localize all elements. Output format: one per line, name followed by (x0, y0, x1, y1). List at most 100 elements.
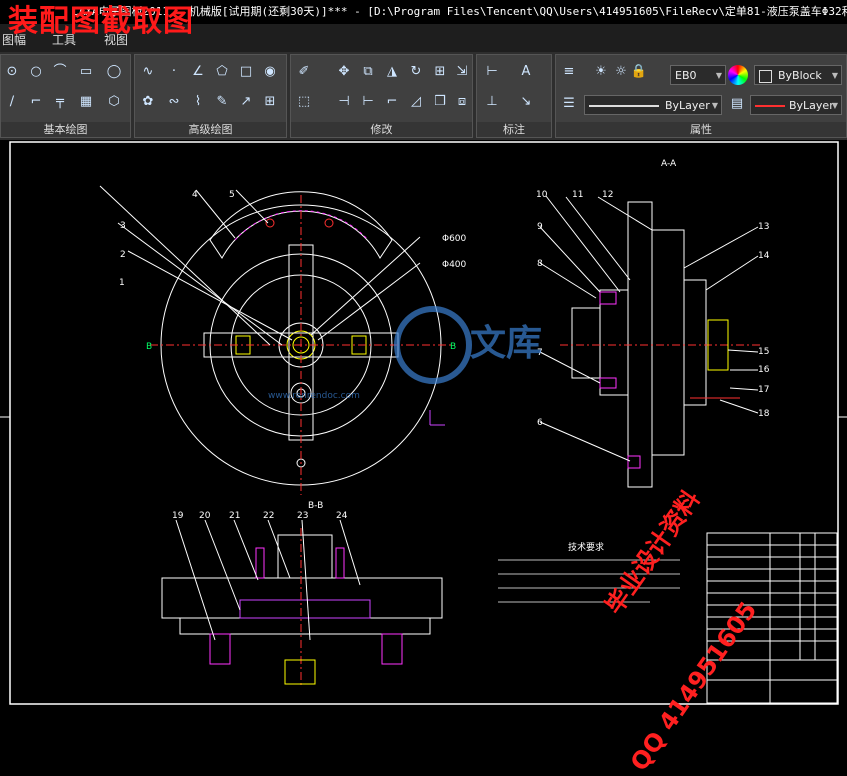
mirror-icon[interactable]: ◮ (383, 63, 401, 81)
view-title-aa: A-A (661, 159, 677, 169)
move-icon[interactable]: ✥ (335, 63, 353, 81)
part-no-16: 16 (758, 365, 770, 375)
extend-icon[interactable]: ⊢ (359, 93, 377, 111)
cloud-icon[interactable]: ✿ (139, 93, 157, 111)
copy-icon[interactable]: ⧉ (359, 63, 377, 81)
chevron-down-icon: ▼ (715, 71, 722, 80)
panel-basic-draw: ⊙ ○ ⌒ ▭ ◯ ∕ ⌐ ╤ ▦ ⬡ 基本绘图 (0, 54, 131, 138)
panel-label-annotate: 标注 (477, 122, 551, 137)
part-no-1: 1 (119, 278, 125, 288)
scale-icon[interactable]: ⧈ (453, 93, 471, 111)
polygon-icon[interactable]: ⬠ (213, 63, 231, 81)
chevron-down-icon: ▼ (831, 101, 838, 110)
front-view (99, 185, 455, 495)
explode-icon[interactable]: ❒ (431, 93, 449, 111)
part-no-5: 5 (229, 190, 235, 200)
color-wheel-icon[interactable] (728, 65, 748, 85)
dot-icon[interactable]: · (165, 63, 183, 81)
pen-icon[interactable]: ✎ (213, 93, 231, 111)
panel-label-modify: 修改 (291, 122, 472, 137)
part-no-18: 18 (758, 409, 770, 419)
table-icon[interactable]: ⊞ (261, 93, 279, 111)
arrow-icon[interactable]: ↗ (237, 93, 255, 111)
part-no-6: 6 (537, 418, 543, 428)
lineweight-select-value: ByLayer (789, 99, 834, 112)
color-select-value: ByBlock (778, 69, 822, 82)
section-marker-left: B (146, 342, 152, 352)
part-no-12: 12 (602, 190, 613, 200)
part-no-19: 19 (172, 511, 184, 521)
rect-advanced-icon[interactable]: □ (237, 63, 255, 81)
rotate-icon[interactable]: ↻ (407, 63, 425, 81)
linetype-preview (589, 105, 659, 107)
panel-annotate: ⊢ A ⊥ ↘ 标注 (476, 54, 552, 138)
part-no-24: 24 (336, 511, 348, 521)
tech-req-title: 技术要求 (568, 541, 604, 553)
panel-modify: ✐ ✥ ⧉ ◮ ↻ ⊞ ⇲ ⬚ ⊣ ⊢ ⌐ ◿ ❒ ⧈ 修改 (290, 54, 473, 138)
wave-icon[interactable]: ∾ (165, 93, 183, 111)
angle-icon[interactable]: ∠ (189, 63, 207, 81)
point-icon[interactable]: ⊙ (3, 63, 21, 81)
layer-select-value: EB0 (675, 69, 697, 82)
section-label-bb: B-B (308, 501, 323, 511)
lineweight-select[interactable]: ByLayer ▼ (750, 95, 842, 115)
linewidth-icon[interactable]: ☰ (560, 95, 578, 113)
circle-icon[interactable]: ○ (27, 63, 45, 81)
zigzag-icon[interactable]: ⌇ (189, 93, 207, 111)
panel-properties: ≡ ☀ ☼ 🔒 EB0 ▼ ByBlock ▼ ☰ ByLayer ▼ ▤ ByLay… (555, 54, 847, 138)
user-block-icon[interactable]: ◉ (261, 63, 279, 81)
part-no-2: 2 (120, 250, 126, 260)
line-icon[interactable]: ∕ (3, 93, 21, 111)
select-icon[interactable]: ⬚ (295, 93, 313, 111)
color-swatch (759, 69, 772, 83)
linetype-select[interactable]: ByLayer ▼ (584, 95, 722, 115)
text-icon[interactable]: A (517, 63, 535, 81)
section-view (161, 519, 443, 685)
lineweight-preview (755, 105, 785, 107)
bulb-icon[interactable]: ☀ (592, 63, 610, 81)
fillet-icon[interactable]: ⌐ (383, 93, 401, 111)
part-no-10: 10 (536, 190, 548, 200)
drawing-canvas[interactable]: A-A B-B Φ600 Φ400 B B 1 2 3 4 5 6 7 8 9 … (0, 140, 847, 776)
dim-phi400: Φ400 (442, 260, 467, 270)
overlay-title-stamp: 装配图截取图 (8, 4, 194, 39)
watermark-brand: 文库 (470, 323, 542, 364)
leader-icon[interactable]: ↘ (517, 93, 535, 111)
color-select[interactable]: ByBlock ▼ (754, 65, 842, 85)
polyline-icon[interactable]: ⌐ (27, 93, 45, 111)
boundary-icon[interactable]: ⬡ (105, 93, 123, 111)
chevron-down-icon: ▼ (711, 101, 718, 110)
part-no-21: 21 (229, 511, 240, 521)
sun-icon[interactable]: ☼ (612, 63, 630, 81)
chevron-down-icon: ▼ (831, 71, 838, 80)
lineweight-icon[interactable]: ▤ (728, 95, 746, 113)
dimension-icon[interactable]: ⊢ (483, 63, 501, 81)
drawing-frame (9, 141, 839, 705)
brush-icon[interactable]: ✐ (295, 63, 313, 81)
panel-label-basic-draw: 基本绘图 (1, 122, 130, 137)
part-no-9: 9 (537, 222, 543, 232)
arc-icon[interactable]: ⌒ (51, 63, 69, 81)
array-icon[interactable]: ⊞ (431, 63, 449, 81)
part-no-14: 14 (758, 251, 770, 261)
rectangle-icon[interactable]: ▭ (77, 63, 95, 81)
ribbon: ⊙ ○ ⌒ ▭ ◯ ∕ ⌐ ╤ ▦ ⬡ 基本绘图 ∿ · ∠ ⬠ □ ◉ ✿ ∾… (0, 52, 847, 140)
trim-icon[interactable]: ⊣ (335, 93, 353, 111)
part-no-22: 22 (263, 511, 274, 521)
hatch-icon[interactable]: ▦ (77, 93, 95, 111)
watermark-site: www.renrendoc.com (268, 391, 360, 401)
chamfer-icon[interactable]: ◿ (407, 93, 425, 111)
part-no-23: 23 (297, 511, 308, 521)
part-no-3: 3 (120, 221, 126, 231)
coordinate-icon[interactable]: ⊥ (483, 93, 501, 111)
layer-manager-icon[interactable]: ≡ (560, 63, 578, 81)
centerline-icon[interactable]: ╤ (51, 93, 69, 111)
panel-label-advanced-draw: 高级绘图 (135, 122, 286, 137)
stretch-icon[interactable]: ⇲ (453, 63, 471, 81)
spline-icon[interactable]: ∿ (139, 63, 157, 81)
ellipse-icon[interactable]: ◯ (105, 63, 123, 81)
dim-phi600: Φ600 (442, 234, 467, 244)
lock-icon[interactable]: 🔒 (630, 63, 648, 81)
layer-select[interactable]: EB0 ▼ (670, 65, 726, 85)
side-view (539, 195, 760, 488)
